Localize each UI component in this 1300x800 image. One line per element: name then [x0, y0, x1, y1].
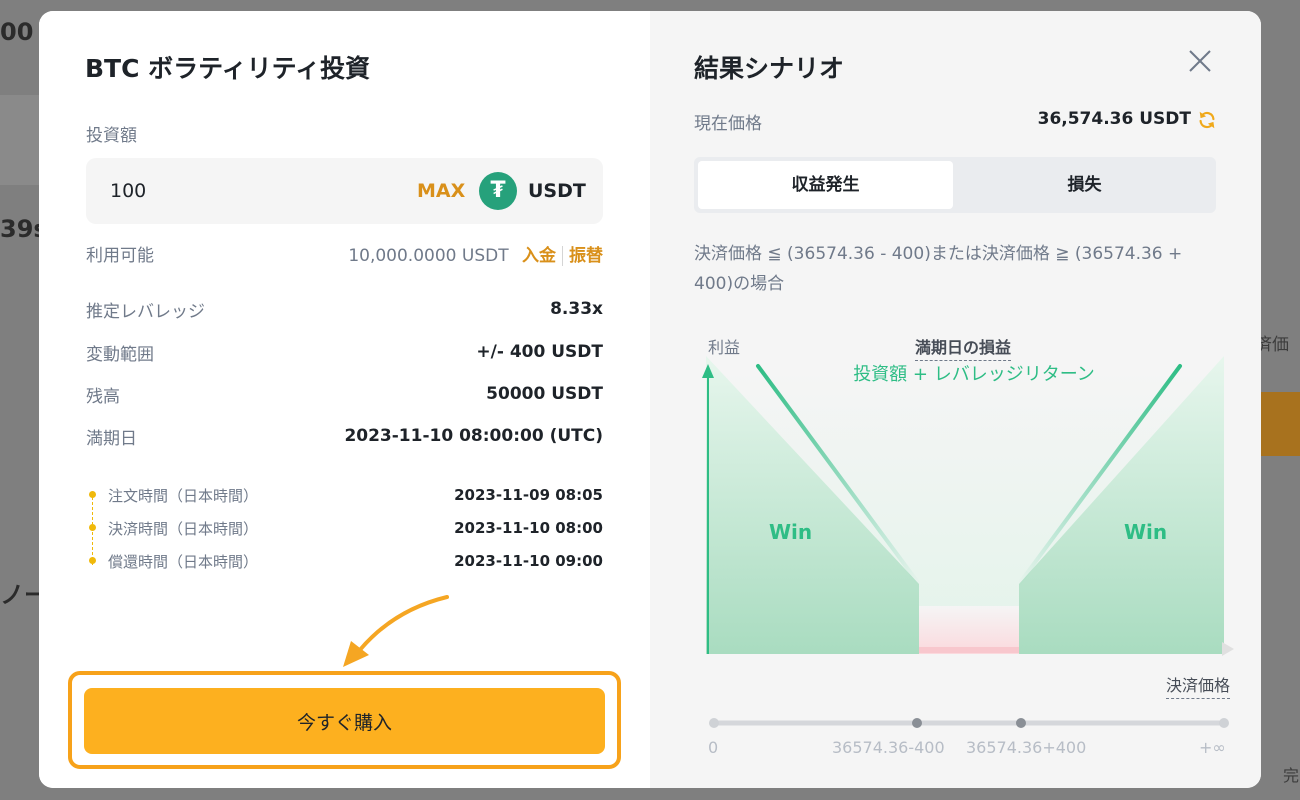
payoff-annotation: 投資額 + レバレッジリターン [853, 364, 1095, 385]
order-time-label: 注文時間（日本時間） [108, 487, 259, 505]
y-axis-label: 利益 [708, 338, 741, 357]
tab-loss[interactable]: 損失 [957, 161, 1212, 209]
win-label-left: Win [769, 520, 813, 544]
leverage-label: 推定レバレッジ [86, 302, 205, 322]
expiry-label: 満期日 [86, 429, 137, 449]
range-value: +/- 400 USDT [476, 342, 603, 362]
tick-dot [912, 718, 922, 728]
current-price-label: 現在価格 [694, 114, 762, 134]
deposit-link[interactable]: 入金 [522, 246, 556, 266]
loss-zone-edge [919, 647, 1019, 653]
settle-time-value: 2023-11-10 08:00 [454, 519, 603, 537]
redeem-time-value: 2023-11-10 09:00 [454, 552, 603, 570]
timeline-dot [89, 524, 96, 531]
timeline-dot [89, 491, 96, 498]
divider [562, 246, 563, 266]
tick-label-lower: 36574.36-400 [832, 738, 945, 757]
scenario-tabs: 収益発生 損失 [694, 157, 1216, 213]
available-row: 利用可能 10,000.0000 USDT 入金 振替 [86, 241, 603, 267]
backdrop-button [1261, 392, 1300, 456]
backdrop-panel [0, 95, 40, 185]
balance-value: 50000 USDT [486, 384, 603, 404]
refresh-icon[interactable] [1196, 109, 1218, 131]
tether-icon: ₮ [479, 172, 517, 210]
tick-dot [1016, 718, 1026, 728]
tick-label-upper: 36574.36+400 [966, 738, 1087, 757]
max-button[interactable]: MAX [417, 180, 465, 202]
leverage-value: 8.33x [550, 299, 603, 319]
currency-label: USDT [528, 180, 586, 202]
settle-time-label: 決済時間（日本時間） [108, 520, 259, 538]
range-label: 変動範囲 [86, 345, 154, 365]
pointer-arrow-icon [343, 595, 449, 667]
expiry-value: 2023-11-10 08:00:00 (UTC) [344, 426, 603, 446]
scenario-panel: 結果シナリオ 現在価格 36,574.36 USDT 収益発生 損失 決済価格 … [650, 11, 1261, 788]
available-label: 利用可能 [86, 246, 154, 266]
loss-zone [919, 606, 1019, 654]
scenario-description: 決済価格 ≦ (36574.36 - 400)または決済価格 ≧ (36574.… [694, 244, 1183, 294]
timeline-dot [89, 557, 96, 564]
available-group: 10,000.0000 USDT 入金 振替 [348, 241, 603, 266]
backdrop-text: 完 [1283, 766, 1300, 785]
tick-dot [1219, 718, 1229, 728]
balance-label: 残高 [86, 387, 120, 407]
win-label-right: Win [1124, 520, 1168, 544]
tab-profit[interactable]: 収益発生 [698, 161, 953, 209]
x-axis-arrow-icon [1222, 642, 1234, 656]
amount-value[interactable]: 100 [110, 180, 146, 202]
volatility-invest-modal: BTC ボラティリティ投資 投資額 100 MAX ₮ USDT 利用可能 10… [39, 11, 1261, 788]
buy-now-button[interactable]: 今すぐ購入 [84, 688, 605, 754]
backdrop-text: 00 [0, 18, 34, 46]
close-icon[interactable] [1186, 47, 1214, 75]
scenario-title: 結果シナリオ [694, 54, 845, 83]
tick-label-zero: 0 [708, 738, 719, 757]
tick-label-infinity: +∞ [1199, 738, 1226, 757]
amount-input[interactable]: 100 MAX ₮ USDT [86, 158, 603, 224]
transfer-link[interactable]: 振替 [569, 246, 603, 266]
current-price-value: 36,574.36 USDT [1037, 109, 1191, 129]
x-axis-label: 決済価格 [1165, 672, 1230, 699]
amount-label: 投資額 [86, 126, 137, 146]
order-time-value: 2023-11-09 08:05 [454, 486, 603, 504]
redeem-time-label: 償還時間（日本時間） [108, 553, 259, 571]
available-value: 10,000.0000 USDT [348, 246, 509, 266]
modal-title: BTC ボラティリティ投資 [85, 54, 371, 83]
chart-title: 満期日の損益 [915, 334, 1012, 361]
tick-dot [709, 718, 719, 728]
order-panel: BTC ボラティリティ投資 投資額 100 MAX ₮ USDT 利用可能 10… [39, 11, 650, 788]
timeline-line [92, 497, 93, 565]
payoff-chart: 利益 満期日の損益 投資額 + レバレッジリターン Win Win 決済価格 0… [694, 316, 1234, 776]
